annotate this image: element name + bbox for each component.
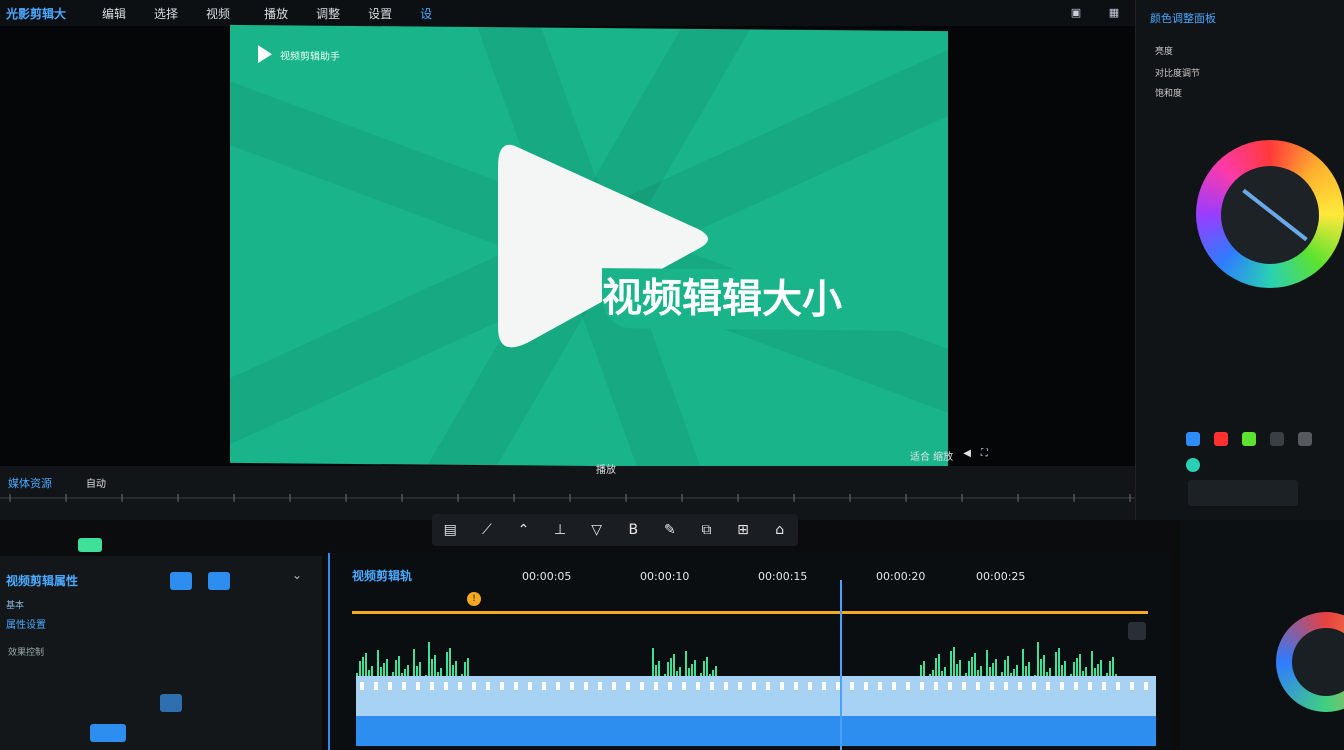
video-clip-track[interactable] [356,676,1156,746]
viewer-right-controls: 适合 缩放 ◀ ⛶ [910,448,988,463]
camera-tool-icon[interactable]: ⌂ [769,522,791,538]
edit-toolbar: ▤ ⟋ ⌃ ⊥ ▽ B ✎ ⧉ ⊞ ⌂ [432,514,798,546]
scrub-ruler[interactable] [0,492,1140,504]
timeline-title: 视频剪辑轨 [352,569,413,583]
menu-item-edit[interactable]: 编辑 [88,5,140,22]
menu-item-adjust[interactable]: 调整 [302,5,354,22]
layout-button[interactable] [170,572,192,590]
contrast-row[interactable]: 对比度调节 [1155,66,1200,79]
menu-item-select[interactable]: 选择 [140,5,192,22]
razor-tool-icon[interactable]: ⟋ [476,522,498,538]
marker-icon[interactable]: ! [467,592,481,606]
text-tool-icon[interactable]: B [622,522,644,538]
chevron-down-icon[interactable]: ⌄ [292,568,302,582]
color-swatch[interactable] [1186,458,1200,472]
playback-label: 播放 [596,465,616,476]
trim-tool-icon[interactable]: ⊥ [549,522,571,538]
properties-basic[interactable]: 基本 [6,598,24,611]
color-swatch[interactable] [1242,432,1256,446]
color-wheel-center [1221,166,1319,264]
brand-text: 视频剪辑助手 [280,50,340,63]
track-options-button[interactable] [1128,622,1146,640]
grid-button[interactable] [208,572,230,590]
media-tab[interactable]: 媒体资源 [8,475,52,491]
logo-mark-icon [258,45,272,64]
fullscreen-icon[interactable]: ⛶ [981,448,988,463]
properties-title: 视频剪辑属性 [6,574,79,588]
settings-icon[interactable]: ▣ [1068,6,1084,20]
menu-bar: 光影剪辑大 编辑 选择 视频 播放 调整 设置 设 [0,0,1135,26]
color-swatch[interactable] [1214,432,1228,446]
auto-badge[interactable]: 自动 [86,475,106,490]
pen-tool-icon[interactable]: ✎ [659,522,681,538]
marker-tool-icon[interactable]: ▽ [586,522,608,538]
menu-item-help[interactable]: 设 [406,5,446,22]
play-back-icon[interactable]: ◀ [963,448,971,463]
saturation-row[interactable]: 饱和度 [1155,86,1182,99]
grid-icon[interactable]: ▦ [1106,6,1122,20]
crop-tool-icon[interactable]: ⧉ [695,522,717,538]
brightness-row[interactable]: 亮度 [1155,44,1173,57]
apply-button[interactable] [160,694,182,712]
confirm-button[interactable] [90,724,126,742]
color-swatch[interactable] [1298,432,1312,446]
effect-controls[interactable]: 效果控制 [8,645,44,658]
toggle-on[interactable] [78,538,102,552]
video-preview[interactable]: 视频剪辑助手 视频辑辑大小 [230,24,948,470]
app-title: 光影剪辑大 [6,6,67,21]
brand-logo: 视频剪辑助手 [258,45,340,64]
select-tool-icon[interactable]: ▤ [439,522,461,538]
menu-item-video[interactable]: 视频 [192,5,244,22]
color-swatch[interactable] [1270,432,1284,446]
apply-color-button[interactable] [1188,480,1298,506]
menu-item-play[interactable]: 播放 [244,5,302,22]
color-swatch[interactable] [1186,432,1200,446]
ripple-tool-icon[interactable]: ⌃ [512,522,534,538]
timecode: 00:00:15 [758,570,808,583]
menu-item-settings[interactable]: 设置 [354,5,406,22]
grid-tool-icon[interactable]: ⊞ [732,522,754,538]
properties-settings[interactable]: 属性设置 [6,616,46,631]
color-panel-title: 颜色调整面板 [1150,12,1216,25]
timecode: 00:00:10 [640,570,690,583]
playhead[interactable] [840,580,842,750]
timecode: 00:00:20 [876,570,926,583]
timecode: 00:00:25 [976,570,1026,583]
work-area-bar[interactable] [352,611,1148,614]
headline-text: 视频辑辑大小 [602,268,902,331]
zoom-label[interactable]: 适合 缩放 [910,448,953,463]
timecode: 00:00:05 [522,570,572,583]
